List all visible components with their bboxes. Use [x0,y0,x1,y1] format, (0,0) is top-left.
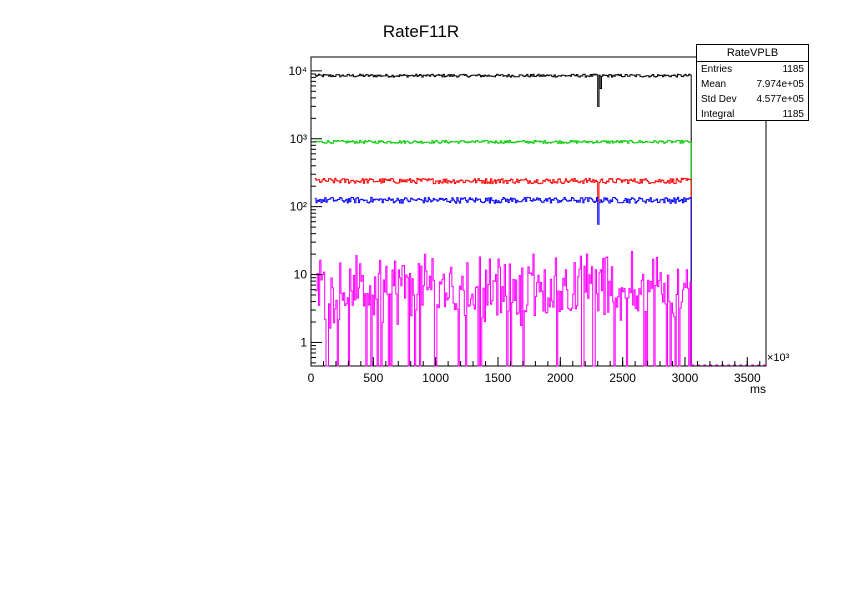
x-multiplier-label: ×10³ [767,352,790,364]
stats-row-mean: Mean 7.974e+05 [697,77,808,92]
y-tick-label: 10 [294,268,308,282]
stats-value: 1185 [782,64,804,75]
stats-row-integral: Integral 1185 [697,107,808,122]
y-tick-label: 10⁴ [288,64,307,78]
x-tick-label: 2500 [609,371,636,385]
x-axis-label: ms [750,382,766,396]
x-tick-label: 1000 [422,371,449,385]
stats-label: Mean [701,79,727,90]
stats-value: 7.974e+05 [756,79,804,90]
stats-label: Integral [701,109,735,120]
stats-box: RateVPLB Entries 1185 Mean 7.974e+05 Std… [696,44,809,121]
stats-row-entries: Entries 1185 [697,62,808,77]
x-tick-label: 1500 [485,371,512,385]
stats-value: 4.577e+05 [756,94,804,105]
stats-value: 1185 [782,109,804,120]
stats-label: Std Dev [701,94,737,105]
x-tick-label: 2000 [547,371,574,385]
stats-label: Entries [701,64,733,75]
y-tick-label: 1 [300,335,307,349]
x-tick-label: 3000 [672,371,699,385]
y-tick-label: 10³ [290,132,307,146]
stats-row-stddev: Std Dev 4.577e+05 [697,92,808,107]
y-tick-label: 10² [290,200,307,214]
x-tick-label: 500 [363,371,383,385]
x-tick-label: 0 [308,371,315,385]
stats-title: RateVPLB [697,45,808,62]
